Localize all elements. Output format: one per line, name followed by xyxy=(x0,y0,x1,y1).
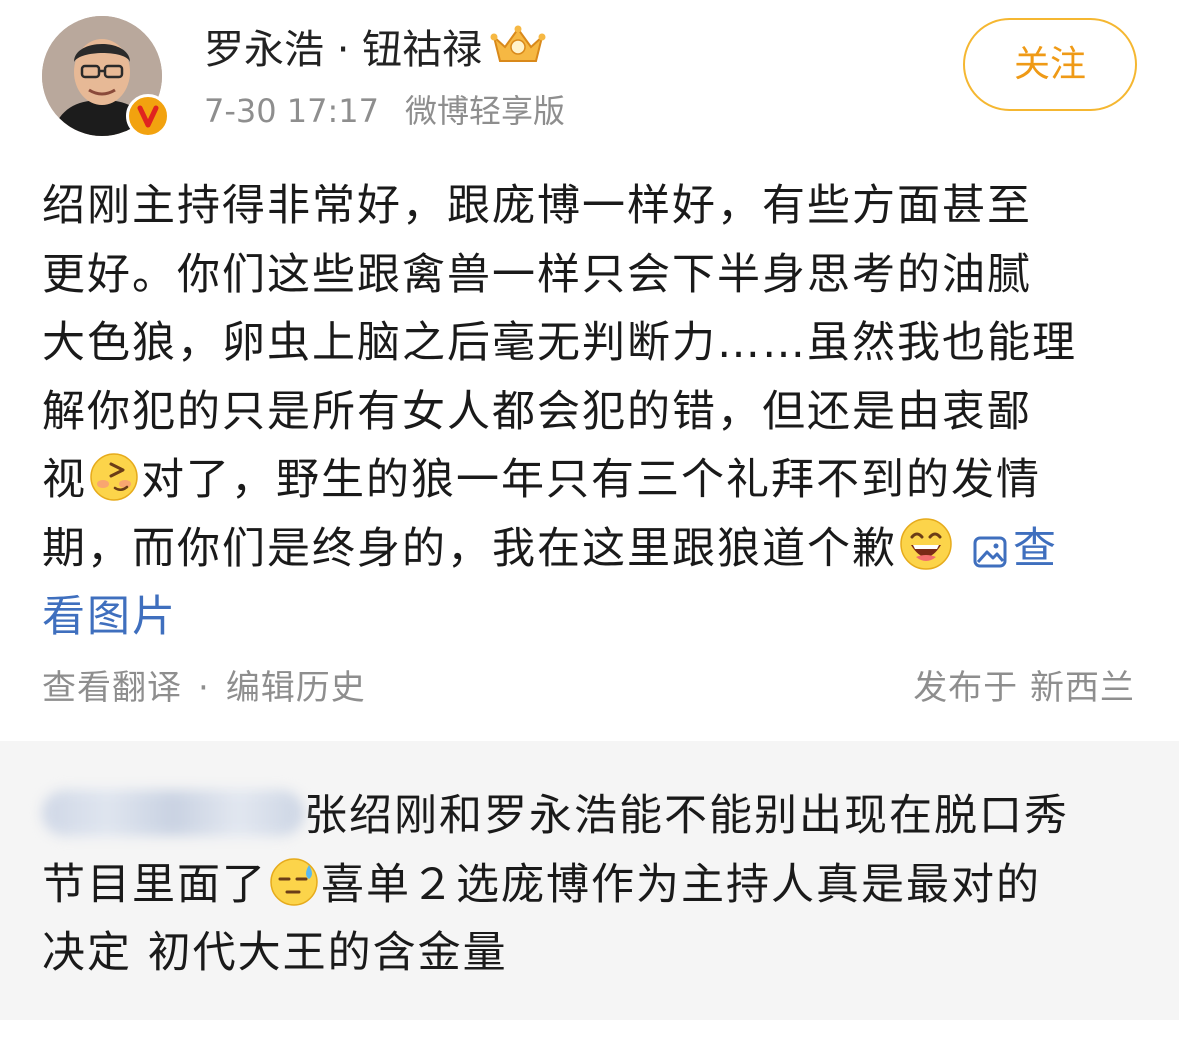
crown-icon xyxy=(490,24,546,80)
post-line-2: 更好。你们这些跟禽兽一样只会下半身思考的油腻 xyxy=(42,249,1032,300)
post-line-4: 解你犯的只是所有女人都会犯的错，但还是由衷鄙 xyxy=(42,386,1032,437)
comment-content: 张绍刚和罗永浩能不能别出现在脱口秀 节目里面了 喜单２选庞博作为主持人真是最对的… xyxy=(42,782,1152,988)
post-location: 发布于 新西兰 xyxy=(913,668,1135,708)
image-icon[interactable] xyxy=(973,521,1007,590)
post-timestamp: 7-30 17:17 xyxy=(204,92,380,130)
post-line-6: 期，而你们是终身的，我在这里跟狼道个歉 查 xyxy=(42,515,1142,584)
smug-emoji xyxy=(89,452,139,523)
post-actions: 查看翻译 · 编辑历史 xyxy=(42,664,366,712)
post-source[interactable]: 微博轻享版 xyxy=(405,92,565,130)
follow-button[interactable]: 关注 xyxy=(963,18,1137,111)
post-line-3: 大色狼，卵虫上脑之后毫无判断力……虽然我也能理 xyxy=(42,318,1077,368)
comment-line-1: 张绍刚和罗永浩能不能别出现在脱口秀 xyxy=(42,782,1152,851)
sweat-emoji xyxy=(269,857,319,928)
blurred-username[interactable] xyxy=(42,790,304,836)
comment-line-2-rest: 喜单２选庞博作为主持人真是最对的 xyxy=(321,859,1041,910)
post-line-5: 视 对了，野生的狼一年只有三个礼拜不到的发情 xyxy=(42,446,1142,515)
translate-link[interactable]: 查看翻译 xyxy=(42,668,182,708)
edit-history-link[interactable]: 编辑历史 xyxy=(226,668,366,708)
verified-v-icon xyxy=(126,94,170,138)
comment-line-2-start: 节目里面了 xyxy=(42,859,267,910)
post-line-1: 绍刚主持得非常好，跟庞博一样好，有些方面甚至 xyxy=(42,181,1032,231)
view-image-link[interactable]: 看图片 xyxy=(42,592,177,642)
post-content: 绍刚主持得非常好，跟庞博一样好，有些方面甚至 更好。你们这些跟禽兽一样只会下半身… xyxy=(42,172,1142,652)
post-line-6-text: 期，而你们是终身的，我在这里跟狼道个歉 xyxy=(42,523,897,574)
post-line-5-start: 视 xyxy=(42,455,87,505)
post-line-7: 看图片 xyxy=(42,583,1142,652)
separator-dot: · xyxy=(198,668,210,708)
post-line-5-rest: 对了，野生的狼一年只有三个礼拜不到的发情 xyxy=(141,455,1041,505)
view-image-link-start[interactable]: 查 xyxy=(1013,524,1058,574)
author-name[interactable]: 罗永浩 · 钮祜禄 xyxy=(204,22,546,80)
comment-line-2: 节目里面了 喜单２选庞博作为主持人真是最对的 xyxy=(42,851,1152,920)
author-name-text: 罗永浩 · 钮祜禄 xyxy=(204,27,483,73)
comment-line-3: 决定 初代大王的含金量 xyxy=(42,928,508,978)
laughing-emoji xyxy=(899,517,953,592)
post-meta: 7-30 17:17 微博轻享版 xyxy=(204,90,565,132)
comment-line-1-text: 张绍刚和罗永浩能不能别出现在脱口秀 xyxy=(304,791,1069,841)
